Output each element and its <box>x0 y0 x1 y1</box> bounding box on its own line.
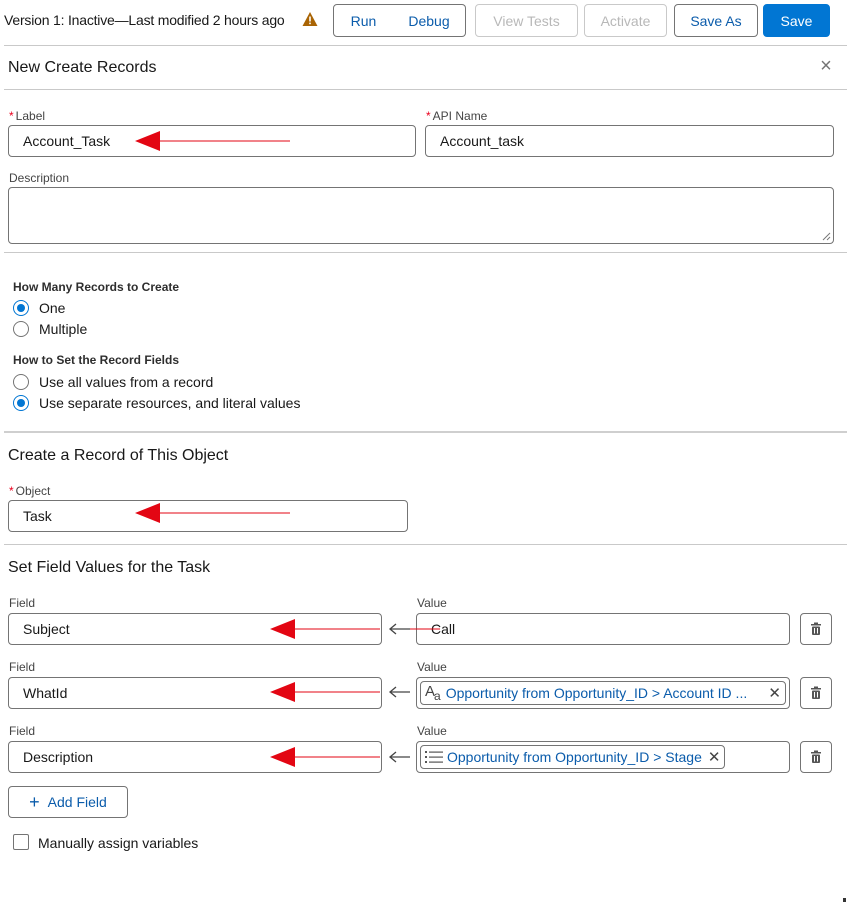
description-field-label: Description <box>9 171 70 185</box>
view-tests-button[interactable]: View Tests <box>475 4 578 37</box>
save-button[interactable]: Save <box>763 4 830 37</box>
value-input-description[interactable]: Opportunity from Opportunity_ID > Stage … <box>416 741 790 773</box>
manual-assign-checkbox[interactable] <box>13 834 29 850</box>
object-divider <box>4 544 847 545</box>
api-name-input[interactable]: Account_task <box>425 125 834 157</box>
value-label: Value <box>417 596 447 610</box>
remove-pill-icon[interactable]: ✕ <box>708 748 721 766</box>
resource-pill[interactable]: Opportunity from Opportunity_ID > Stage … <box>420 745 726 769</box>
trash-icon <box>811 686 821 699</box>
panel-title: New Create Records <box>8 59 157 76</box>
how-to-set-heading: How to Set the Record Fields <box>13 353 180 367</box>
api-name-field-label: * API Name <box>426 109 488 123</box>
warning-icon[interactable] <box>302 11 318 27</box>
description-textarea[interactable] <box>8 187 834 244</box>
field-label: Field <box>9 724 36 738</box>
plus-icon: + <box>29 792 40 812</box>
radio-option-all-values[interactable]: Use all values from a record <box>13 374 213 390</box>
field-label: Field <box>9 660 36 674</box>
field-values-title: Set Field Values for the Task <box>8 559 211 576</box>
debug-button[interactable]: Debug <box>393 4 466 37</box>
run-button[interactable]: Run <box>333 4 394 37</box>
delete-row-button[interactable] <box>800 741 832 773</box>
delete-row-button[interactable] <box>800 677 832 709</box>
left-arrow-icon <box>388 686 410 698</box>
section-divider <box>4 431 847 433</box>
remove-pill-icon[interactable]: ✕ <box>768 684 781 702</box>
value-input-call[interactable]: Call <box>416 613 790 645</box>
description-divider <box>4 252 847 253</box>
radio-option-multiple[interactable]: Multiple <box>13 321 87 337</box>
radio-unselected-icon[interactable] <box>13 321 29 337</box>
trash-icon <box>811 750 821 763</box>
close-icon[interactable]: × <box>816 56 836 76</box>
activate-button[interactable]: Activate <box>584 4 667 37</box>
radio-option-one[interactable]: One <box>13 300 65 316</box>
label-input[interactable]: Account_Task <box>8 125 416 157</box>
field-input-whatid[interactable]: WhatId <box>8 677 382 709</box>
left-arrow-icon <box>388 751 410 763</box>
object-field-label: * Object <box>9 484 51 498</box>
radio-option-separate-resources[interactable]: Use separate resources, and literal valu… <box>13 395 300 411</box>
title-divider <box>4 89 847 90</box>
field-input-description[interactable]: Description <box>8 741 382 773</box>
radio-selected-icon[interactable] <box>13 300 29 316</box>
header-divider <box>4 45 847 46</box>
how-many-heading: How Many Records to Create <box>13 280 180 294</box>
object-section-title: Create a Record of This Object <box>8 447 229 464</box>
radio-unselected-icon[interactable] <box>13 374 29 390</box>
value-label: Value <box>417 724 447 738</box>
value-input-whatid[interactable]: Aa Opportunity from Opportunity_ID > Acc… <box>416 677 790 709</box>
text-variable-icon: Aa <box>425 683 441 703</box>
label-field-label: * Label <box>9 109 46 123</box>
corner-mark <box>843 898 846 902</box>
radio-selected-icon[interactable] <box>13 395 29 411</box>
delete-row-button[interactable] <box>800 613 832 645</box>
field-input-subject[interactable]: Subject <box>8 613 382 645</box>
save-as-button[interactable]: Save As <box>674 4 758 37</box>
field-label: Field <box>9 596 36 610</box>
manual-assign-label: Manually assign variables <box>38 835 199 851</box>
resource-pill[interactable]: Aa Opportunity from Opportunity_ID > Acc… <box>420 681 786 705</box>
add-field-button[interactable]: + Add Field <box>8 786 128 818</box>
value-label: Value <box>417 660 447 674</box>
flow-status-text: Version 1: Inactive—Last modified 2 hour… <box>4 12 285 28</box>
resize-grip-icon[interactable] <box>821 231 831 241</box>
picklist-icon <box>425 751 443 763</box>
object-input[interactable]: Task <box>8 500 408 532</box>
trash-icon <box>811 622 821 635</box>
